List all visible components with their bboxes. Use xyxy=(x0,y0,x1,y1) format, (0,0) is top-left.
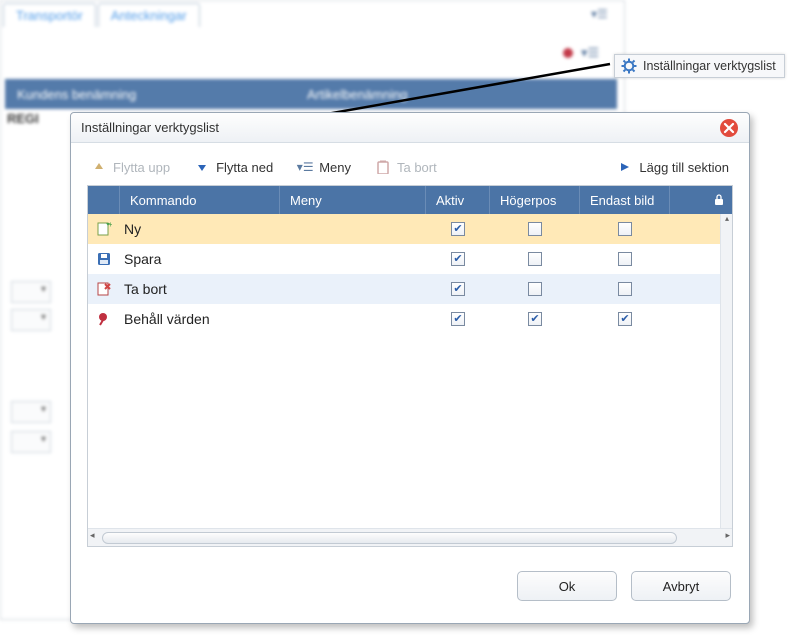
background-dropdown[interactable] xyxy=(11,401,51,423)
delete-button: Ta bort xyxy=(375,159,437,175)
row-icon: + xyxy=(88,221,120,237)
horizontal-scroll-thumb[interactable] xyxy=(102,532,677,544)
add-section-button[interactable]: Lägg till sektion xyxy=(617,159,729,175)
cell-kommando: Behåll värden xyxy=(120,311,280,327)
background-tab[interactable]: Anteckningar xyxy=(98,3,200,27)
arrow-up-icon xyxy=(91,159,107,175)
gear-icon xyxy=(621,58,637,74)
move-up-label: Flytta upp xyxy=(113,160,170,175)
move-down-label: Flytta ned xyxy=(216,160,273,175)
settings-callout[interactable]: Inställningar verktygslist xyxy=(614,54,785,78)
checkbox-endast-bild[interactable] xyxy=(618,252,632,266)
svg-text:+: + xyxy=(108,221,112,229)
background-row-text: REGI xyxy=(7,111,39,126)
checkbox-aktiv[interactable] xyxy=(451,252,465,266)
table-row[interactable]: Ta bort xyxy=(88,274,720,304)
grid-header: Kommando Meny Aktiv Högerpos Endast bild xyxy=(88,186,732,214)
checkbox-hogerpos[interactable] xyxy=(528,312,542,326)
grid-header-hogerpos[interactable]: Högerpos xyxy=(490,186,580,214)
checkbox-aktiv[interactable] xyxy=(451,222,465,236)
table-row[interactable]: Behåll värden xyxy=(88,304,720,334)
table-row[interactable]: Spara xyxy=(88,244,720,274)
horizontal-scrollbar[interactable] xyxy=(88,528,732,546)
background-dropdown[interactable] xyxy=(11,431,51,453)
cell-kommando: Ny xyxy=(120,221,280,237)
delete-icon xyxy=(375,159,391,175)
dialog-footer: Ok Avbryt xyxy=(71,557,749,615)
menu-label: Meny xyxy=(319,160,351,175)
background-table-header: Kundens benämning Artikelbenämning xyxy=(5,79,617,109)
add-section-label: Lägg till sektion xyxy=(639,160,729,175)
lock-icon[interactable] xyxy=(706,186,732,214)
delete-label: Ta bort xyxy=(397,160,437,175)
grid-header-meny[interactable]: Meny xyxy=(280,186,426,214)
commands-grid: Kommando Meny Aktiv Högerpos Endast bild… xyxy=(87,185,733,547)
background-th: Kundens benämning xyxy=(17,87,307,102)
list-menu-icon[interactable]: ▾☰ xyxy=(581,45,599,61)
vertical-scrollbar[interactable] xyxy=(720,214,732,528)
cell-kommando: Ta bort xyxy=(120,281,280,297)
grid-header-endast-bild[interactable]: Endast bild xyxy=(580,186,670,214)
table-row[interactable]: + Ny xyxy=(88,214,720,244)
background-th: Artikelbenämning xyxy=(307,87,407,102)
move-down-button[interactable]: Flytta ned xyxy=(194,159,273,175)
dialog-toolbar: Flytta upp Flytta ned ▾☰ Meny Ta bort xyxy=(87,153,733,185)
checkbox-endast-bild[interactable] xyxy=(618,222,632,236)
cancel-button[interactable]: Avbryt xyxy=(631,571,731,601)
grid-header-aktiv[interactable]: Aktiv xyxy=(426,186,490,214)
menu-button[interactable]: ▾☰ Meny xyxy=(297,159,351,175)
close-icon xyxy=(719,118,739,138)
checkbox-endast-bild[interactable] xyxy=(618,282,632,296)
background-tab[interactable]: Transportör xyxy=(3,3,96,27)
dialog-close-button[interactable] xyxy=(719,118,739,138)
checkbox-aktiv[interactable] xyxy=(451,312,465,326)
checkbox-aktiv[interactable] xyxy=(451,282,465,296)
cell-kommando: Spara xyxy=(120,251,280,267)
checkbox-endast-bild[interactable] xyxy=(618,312,632,326)
grid-header-kommando[interactable]: Kommando xyxy=(120,186,280,214)
toolbar-settings-dialog: Inställningar verktygslist Flytta upp Fl… xyxy=(70,112,750,624)
checkbox-hogerpos[interactable] xyxy=(528,282,542,296)
background-dropdown[interactable] xyxy=(11,281,51,303)
move-up-button: Flytta upp xyxy=(91,159,170,175)
settings-callout-label: Inställningar verktygslist xyxy=(643,59,776,73)
menu-list-icon: ▾☰ xyxy=(297,159,313,175)
dialog-titlebar: Inställningar verktygslist xyxy=(71,113,749,143)
row-icon xyxy=(88,281,120,297)
row-icon xyxy=(88,251,120,267)
list-options-icon[interactable]: ▾☰ xyxy=(591,7,608,21)
background-dropdown[interactable] xyxy=(11,309,51,331)
add-section-icon xyxy=(617,159,633,175)
pin-icon[interactable] xyxy=(561,46,575,60)
checkbox-hogerpos[interactable] xyxy=(528,222,542,236)
dialog-title: Inställningar verktygslist xyxy=(81,120,219,135)
checkbox-hogerpos[interactable] xyxy=(528,252,542,266)
grid-body: + Ny Spara Ta bort Behåll värden xyxy=(88,214,720,528)
grid-header-iconcol xyxy=(88,186,120,214)
arrow-down-icon xyxy=(194,159,210,175)
row-icon xyxy=(88,311,120,327)
ok-button[interactable]: Ok xyxy=(517,571,617,601)
